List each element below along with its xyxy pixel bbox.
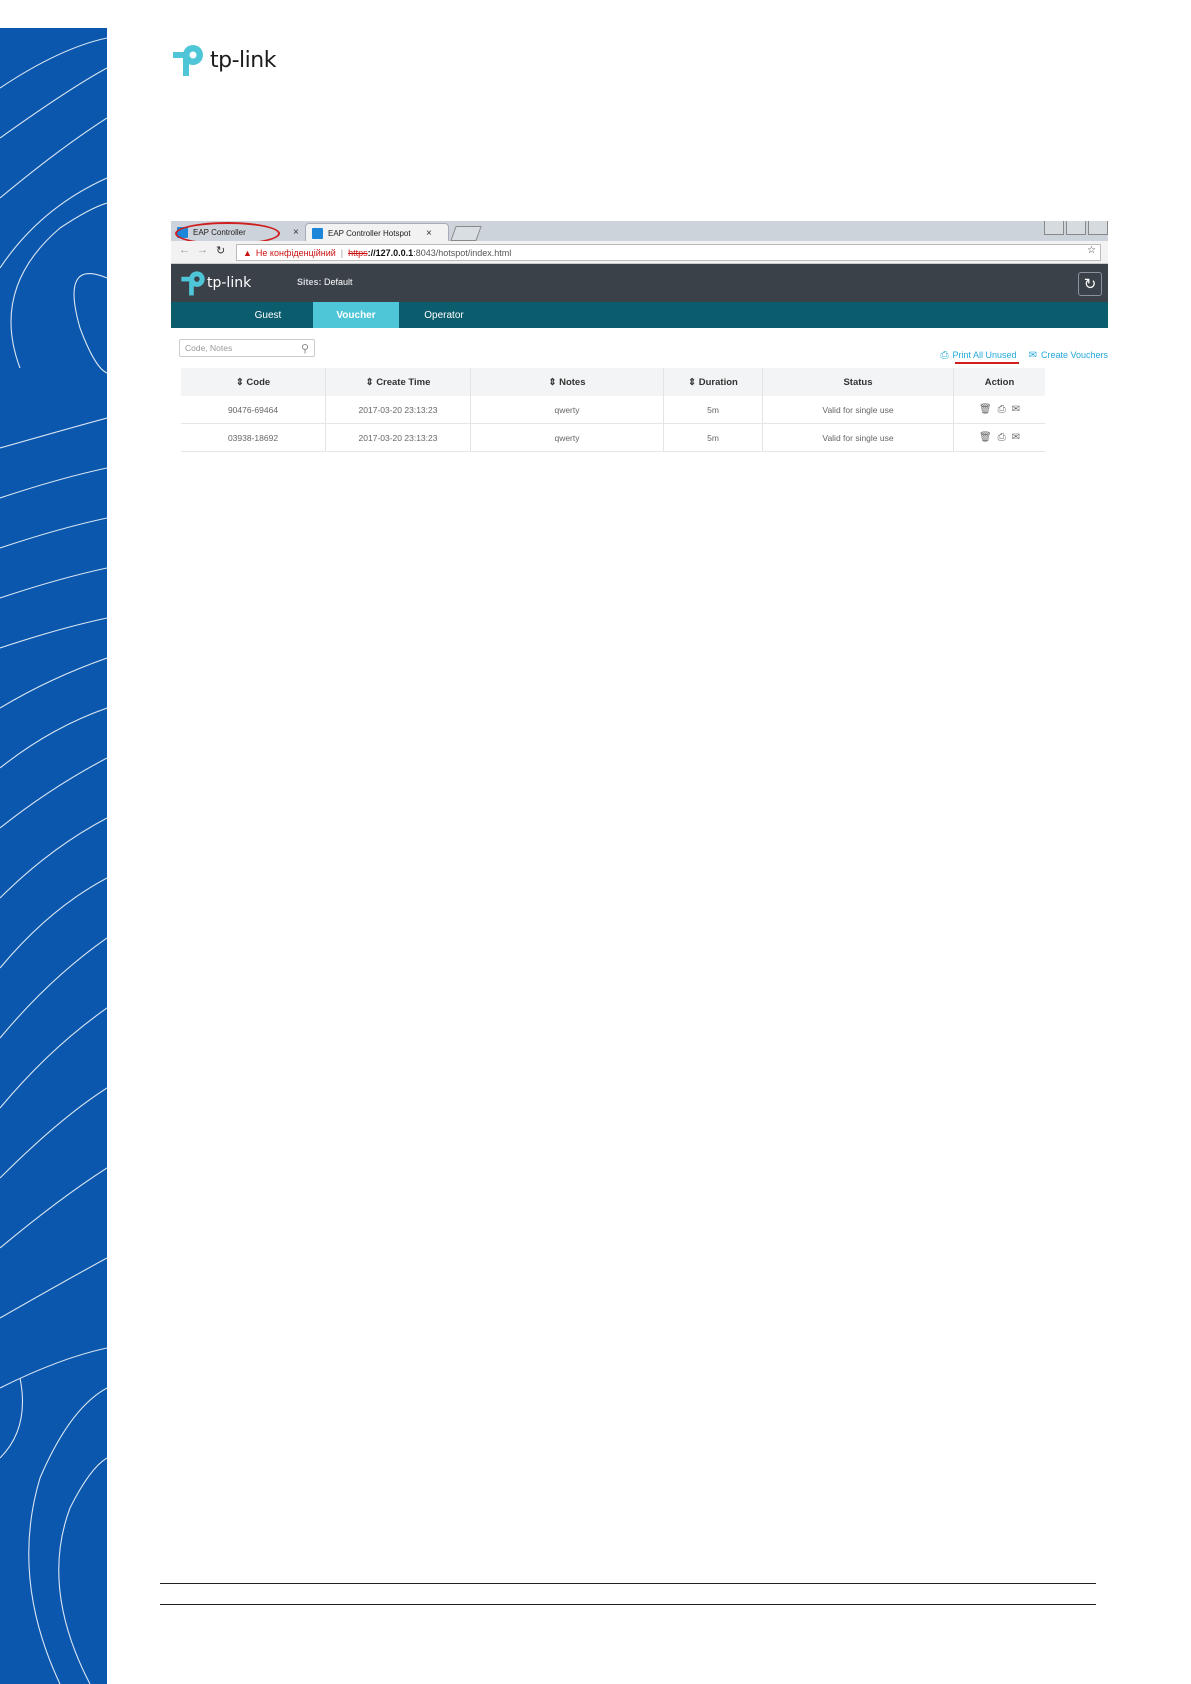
new-tab-button[interactable]	[450, 226, 482, 241]
url-field[interactable]: ▲ Не конфіденційний | https://127.0.0.1:…	[236, 244, 1101, 261]
table-header-row: ⇕ Code ⇕ Create Time ⇕ Notes ⇕ Duration …	[181, 368, 1045, 396]
column-header-action: Action	[953, 368, 1045, 396]
app-brand: tp-link	[207, 275, 252, 291]
footer-rule-top	[160, 1583, 1096, 1584]
sort-icon: ⇕	[688, 376, 697, 388]
sort-icon: ⇕	[235, 376, 244, 388]
browser-tab-bar: EAP Controller × EAP Controller Hotspot …	[171, 221, 1108, 245]
url-scheme: https	[348, 247, 368, 258]
voucher-icon: ✉	[1028, 349, 1037, 361]
print-all-unused-label: Print All Unused	[952, 350, 1017, 360]
tp-link-logo-icon	[173, 45, 203, 76]
print-icon: ⎙	[940, 349, 949, 361]
close-icon[interactable]: ×	[293, 227, 299, 238]
table-row: 03938-18692 2017-03-20 23:13:23 qwerty 5…	[181, 423, 1045, 452]
cell-notes: qwerty	[470, 423, 664, 452]
search-input[interactable]: Code, Notes ⚲	[179, 339, 315, 357]
create-vouchers-link[interactable]: ✉ Create Vouchers	[1029, 350, 1108, 361]
column-label: Code	[246, 376, 271, 388]
column-header-notes[interactable]: ⇕ Notes	[470, 368, 664, 396]
cell-create-time: 2017-03-20 23:13:23	[325, 396, 471, 424]
tp-link-logo: tp-link	[170, 40, 276, 80]
sites-label: Sites:	[297, 277, 322, 287]
voucher-actions: ⎙ Print All Unused ✉ Create Vouchers	[940, 348, 1108, 364]
tab-voucher[interactable]: Voucher	[313, 302, 399, 328]
cell-action: 🗑 ⎙ ✉	[953, 396, 1045, 424]
tab-label: EAP Controller Hotspot	[328, 228, 411, 238]
column-header-duration[interactable]: ⇕ Duration	[663, 368, 763, 396]
voucher-icon[interactable]: ✉	[1012, 432, 1020, 443]
refresh-icon[interactable]: ↻	[1078, 272, 1102, 296]
tab-operator[interactable]: Operator	[399, 302, 489, 328]
sites-selector[interactable]: Sites: Default	[297, 277, 353, 287]
highlight-underline	[954, 361, 1019, 364]
app-header: tp-link Sites: Default ↻	[171, 264, 1108, 302]
tab-guest[interactable]: Guest	[223, 302, 313, 328]
cell-status: Valid for single use	[762, 423, 954, 452]
column-label: Duration	[698, 376, 738, 388]
print-icon[interactable]: ⎙	[998, 432, 1006, 443]
column-header-create-time[interactable]: ⇕ Create Time	[325, 368, 471, 396]
print-icon[interactable]: ⎙	[998, 404, 1006, 415]
forward-icon[interactable]: →	[197, 244, 208, 256]
cell-notes: qwerty	[470, 396, 664, 424]
brand-name: tp-link	[210, 47, 276, 73]
print-all-unused-link[interactable]: ⎙ Print All Unused	[940, 349, 1019, 364]
url-host: ://127.0.0.1	[367, 247, 414, 258]
cell-action: 🗑 ⎙ ✉	[953, 423, 1045, 452]
bookmark-star-icon[interactable]: ☆	[1087, 245, 1096, 256]
tp-link-logo-icon	[181, 271, 205, 296]
close-icon[interactable]: ×	[426, 228, 432, 239]
browser-tab-eap-controller-hotspot[interactable]: EAP Controller Hotspot ×	[305, 223, 449, 242]
column-header-code[interactable]: ⇕ Code	[181, 368, 326, 396]
create-vouchers-label: Create Vouchers	[1040, 350, 1108, 360]
column-header-status: Status	[762, 368, 954, 396]
search-placeholder: Code, Notes	[185, 343, 233, 353]
reload-icon[interactable]: ↻	[216, 244, 225, 257]
delete-icon[interactable]: 🗑	[979, 404, 992, 415]
minimize-icon[interactable]	[1066, 221, 1086, 235]
embedded-screenshot: EAP Controller × EAP Controller Hotspot …	[171, 221, 1108, 459]
back-icon[interactable]: ←	[179, 244, 190, 256]
cell-status: Valid for single use	[762, 396, 954, 424]
warning-icon: ▲	[243, 247, 252, 258]
voucher-icon[interactable]: ✉	[1012, 404, 1020, 415]
app-nav: Guest Voucher Operator	[171, 302, 1108, 328]
column-label: Notes	[559, 376, 586, 388]
security-warning: Не конфіденційний	[255, 247, 336, 258]
sort-icon: ⇕	[548, 376, 557, 388]
address-bar: ← → ↻ ▲ Не конфіденційний | https://127.…	[171, 241, 1108, 264]
cell-duration: 5m	[663, 396, 763, 424]
cell-create-time: 2017-03-20 23:13:23	[325, 423, 471, 452]
cell-duration: 5m	[663, 423, 763, 452]
favicon-icon	[312, 227, 323, 239]
user-icon[interactable]	[1044, 221, 1064, 235]
sort-icon: ⇕	[365, 376, 374, 388]
table-row: 90476-69464 2017-03-20 23:13:23 qwerty 5…	[181, 396, 1045, 424]
maximize-icon[interactable]	[1088, 221, 1108, 235]
sites-value: Default	[324, 277, 353, 287]
cell-code: 90476-69464	[181, 396, 326, 424]
url-separator: |	[340, 247, 344, 258]
voucher-table: ⇕ Code ⇕ Create Time ⇕ Notes ⇕ Duration …	[181, 368, 1045, 452]
contour-pattern	[0, 37, 107, 1684]
url-path: :8043/hotspot/index.html	[413, 247, 512, 258]
delete-icon[interactable]: 🗑	[979, 432, 992, 443]
column-label: Status	[843, 376, 873, 388]
column-label: Action	[984, 376, 1015, 388]
search-icon[interactable]: ⚲	[301, 342, 309, 355]
column-label: Create Time	[376, 376, 431, 388]
cell-code: 03938-18692	[181, 423, 326, 452]
decorative-side-band	[0, 28, 107, 1684]
window-controls	[1044, 221, 1108, 235]
footer-rule-bottom	[160, 1604, 1096, 1605]
